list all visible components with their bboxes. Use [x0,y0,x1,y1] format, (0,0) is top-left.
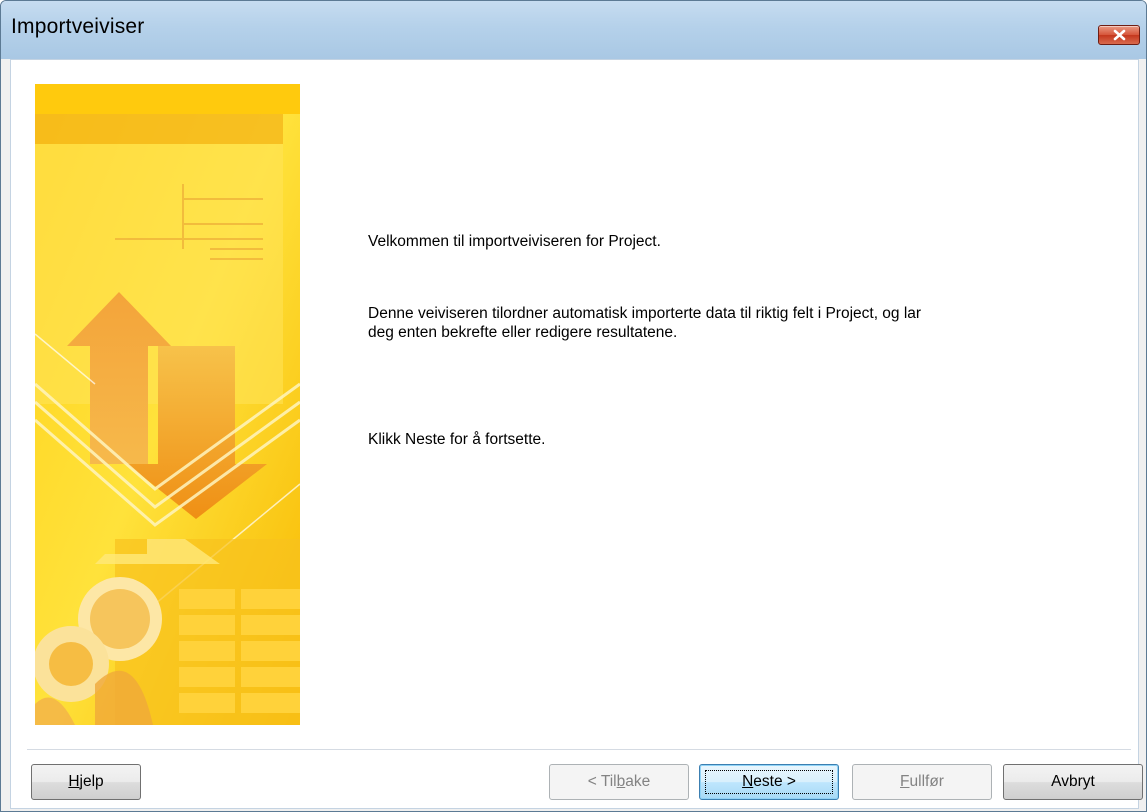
cancel-button[interactable]: Avbryt [1003,764,1143,800]
finish-button-label-post: ullfør [909,773,944,790]
focus-indicator [705,770,833,794]
title-bar[interactable]: Importveiviser [1,1,1146,59]
wizard-banner-image [35,84,300,725]
window-title: Importveiviser [11,15,145,38]
import-wizard-window: Importveiviser Velkommen til importveivi… [0,0,1147,812]
back-button-label-pre: < Til [587,773,617,790]
button-separator [27,749,1131,750]
welcome-text: Velkommen til importveiviseren for Proje… [368,233,661,250]
instruction-text: Klikk Neste for å fortsette. [368,431,546,448]
help-button-label-post: jelp [79,773,104,790]
close-x-icon [1113,29,1126,41]
back-button-accelerator: b [616,773,626,790]
wizard-content: Velkommen til importveiviseren for Proje… [10,59,1143,809]
help-button[interactable]: Hjelp [31,764,141,800]
back-button-label-post: ake [625,773,651,790]
back-button[interactable]: < Til b ake [549,764,689,800]
description-text: Denne veiviseren tilordner automatisk im… [368,305,922,341]
cancel-button-label: Avbryt [1051,773,1095,790]
finish-button[interactable]: Fullfør [852,764,992,800]
next-button[interactable]: Neste > [699,764,839,800]
finish-button-accelerator: F [900,773,910,790]
help-button-accelerator: H [68,773,80,790]
close-button[interactable] [1098,25,1140,45]
